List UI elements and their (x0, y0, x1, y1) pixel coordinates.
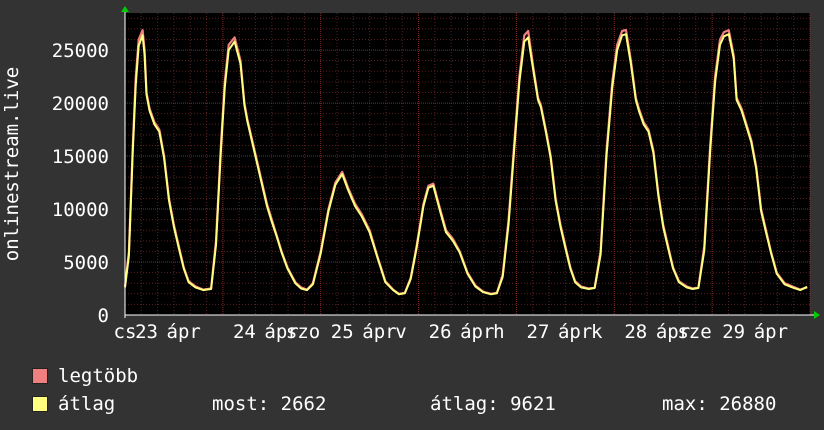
x-tick-label: ápr (558, 321, 592, 343)
y-tick-label: 5000 (63, 252, 109, 274)
stat-maximum: max: 26880 (662, 393, 777, 415)
x-tick-label: k (591, 321, 603, 343)
y-tick-label: 0 (98, 305, 109, 327)
x-tick-label: szo (286, 321, 320, 343)
legend: legtöbb átlag most: 2662 átlag: 9621 max… (30, 362, 820, 418)
x-tick-label: ápr (754, 321, 788, 343)
legend-item-max: legtöbb (30, 362, 820, 390)
legend-label-avg: átlag (58, 393, 116, 415)
y-tick-label: 15000 (52, 146, 109, 168)
x-tick-label: 28 (624, 321, 647, 343)
y-tick-labels: 0 5000 10000 15000 20000 25000 (52, 40, 109, 327)
legend-swatch-max (32, 368, 48, 384)
x-tick-label: 25 (331, 321, 354, 343)
x-tick-labels: cs23 ápr 24 áprszo 25 áprv 26 áprh 27 áprk 28 áprsz… (114, 321, 788, 343)
x-tick-label: ápr (362, 321, 396, 343)
legend-label-max: legtöbb (58, 365, 139, 387)
x-tick-label: 27 (527, 321, 550, 343)
x-tick-label: h (493, 321, 504, 343)
x-tick-label: v (395, 321, 406, 343)
x-tick-label: cs (114, 321, 137, 343)
y-tick-label: 10000 (52, 199, 109, 221)
x-tick-label: ápr (460, 321, 494, 343)
legend-swatch-avg (32, 396, 48, 412)
legend-item-avg: átlag most: 2662 átlag: 9621 max: 26880 (30, 390, 820, 418)
y-axis-title: onlinestream.live (1, 67, 23, 261)
x-tick-label: 26 (429, 321, 452, 343)
x-tick-label: 23 (135, 321, 158, 343)
x-tick-label: 24 (233, 321, 256, 343)
y-tick-label: 20000 (52, 93, 109, 115)
y-axis-arrow-icon (121, 6, 129, 12)
x-tick-label: sze (677, 321, 711, 343)
x-tick-label: 29 (722, 321, 745, 343)
x-tick-label: ápr (167, 321, 201, 343)
stat-average: átlag: 9621 (430, 393, 556, 415)
stat-current: most: 2662 (212, 393, 327, 415)
x-axis-arrow-icon (814, 311, 820, 319)
y-tick-label: 25000 (52, 40, 109, 62)
